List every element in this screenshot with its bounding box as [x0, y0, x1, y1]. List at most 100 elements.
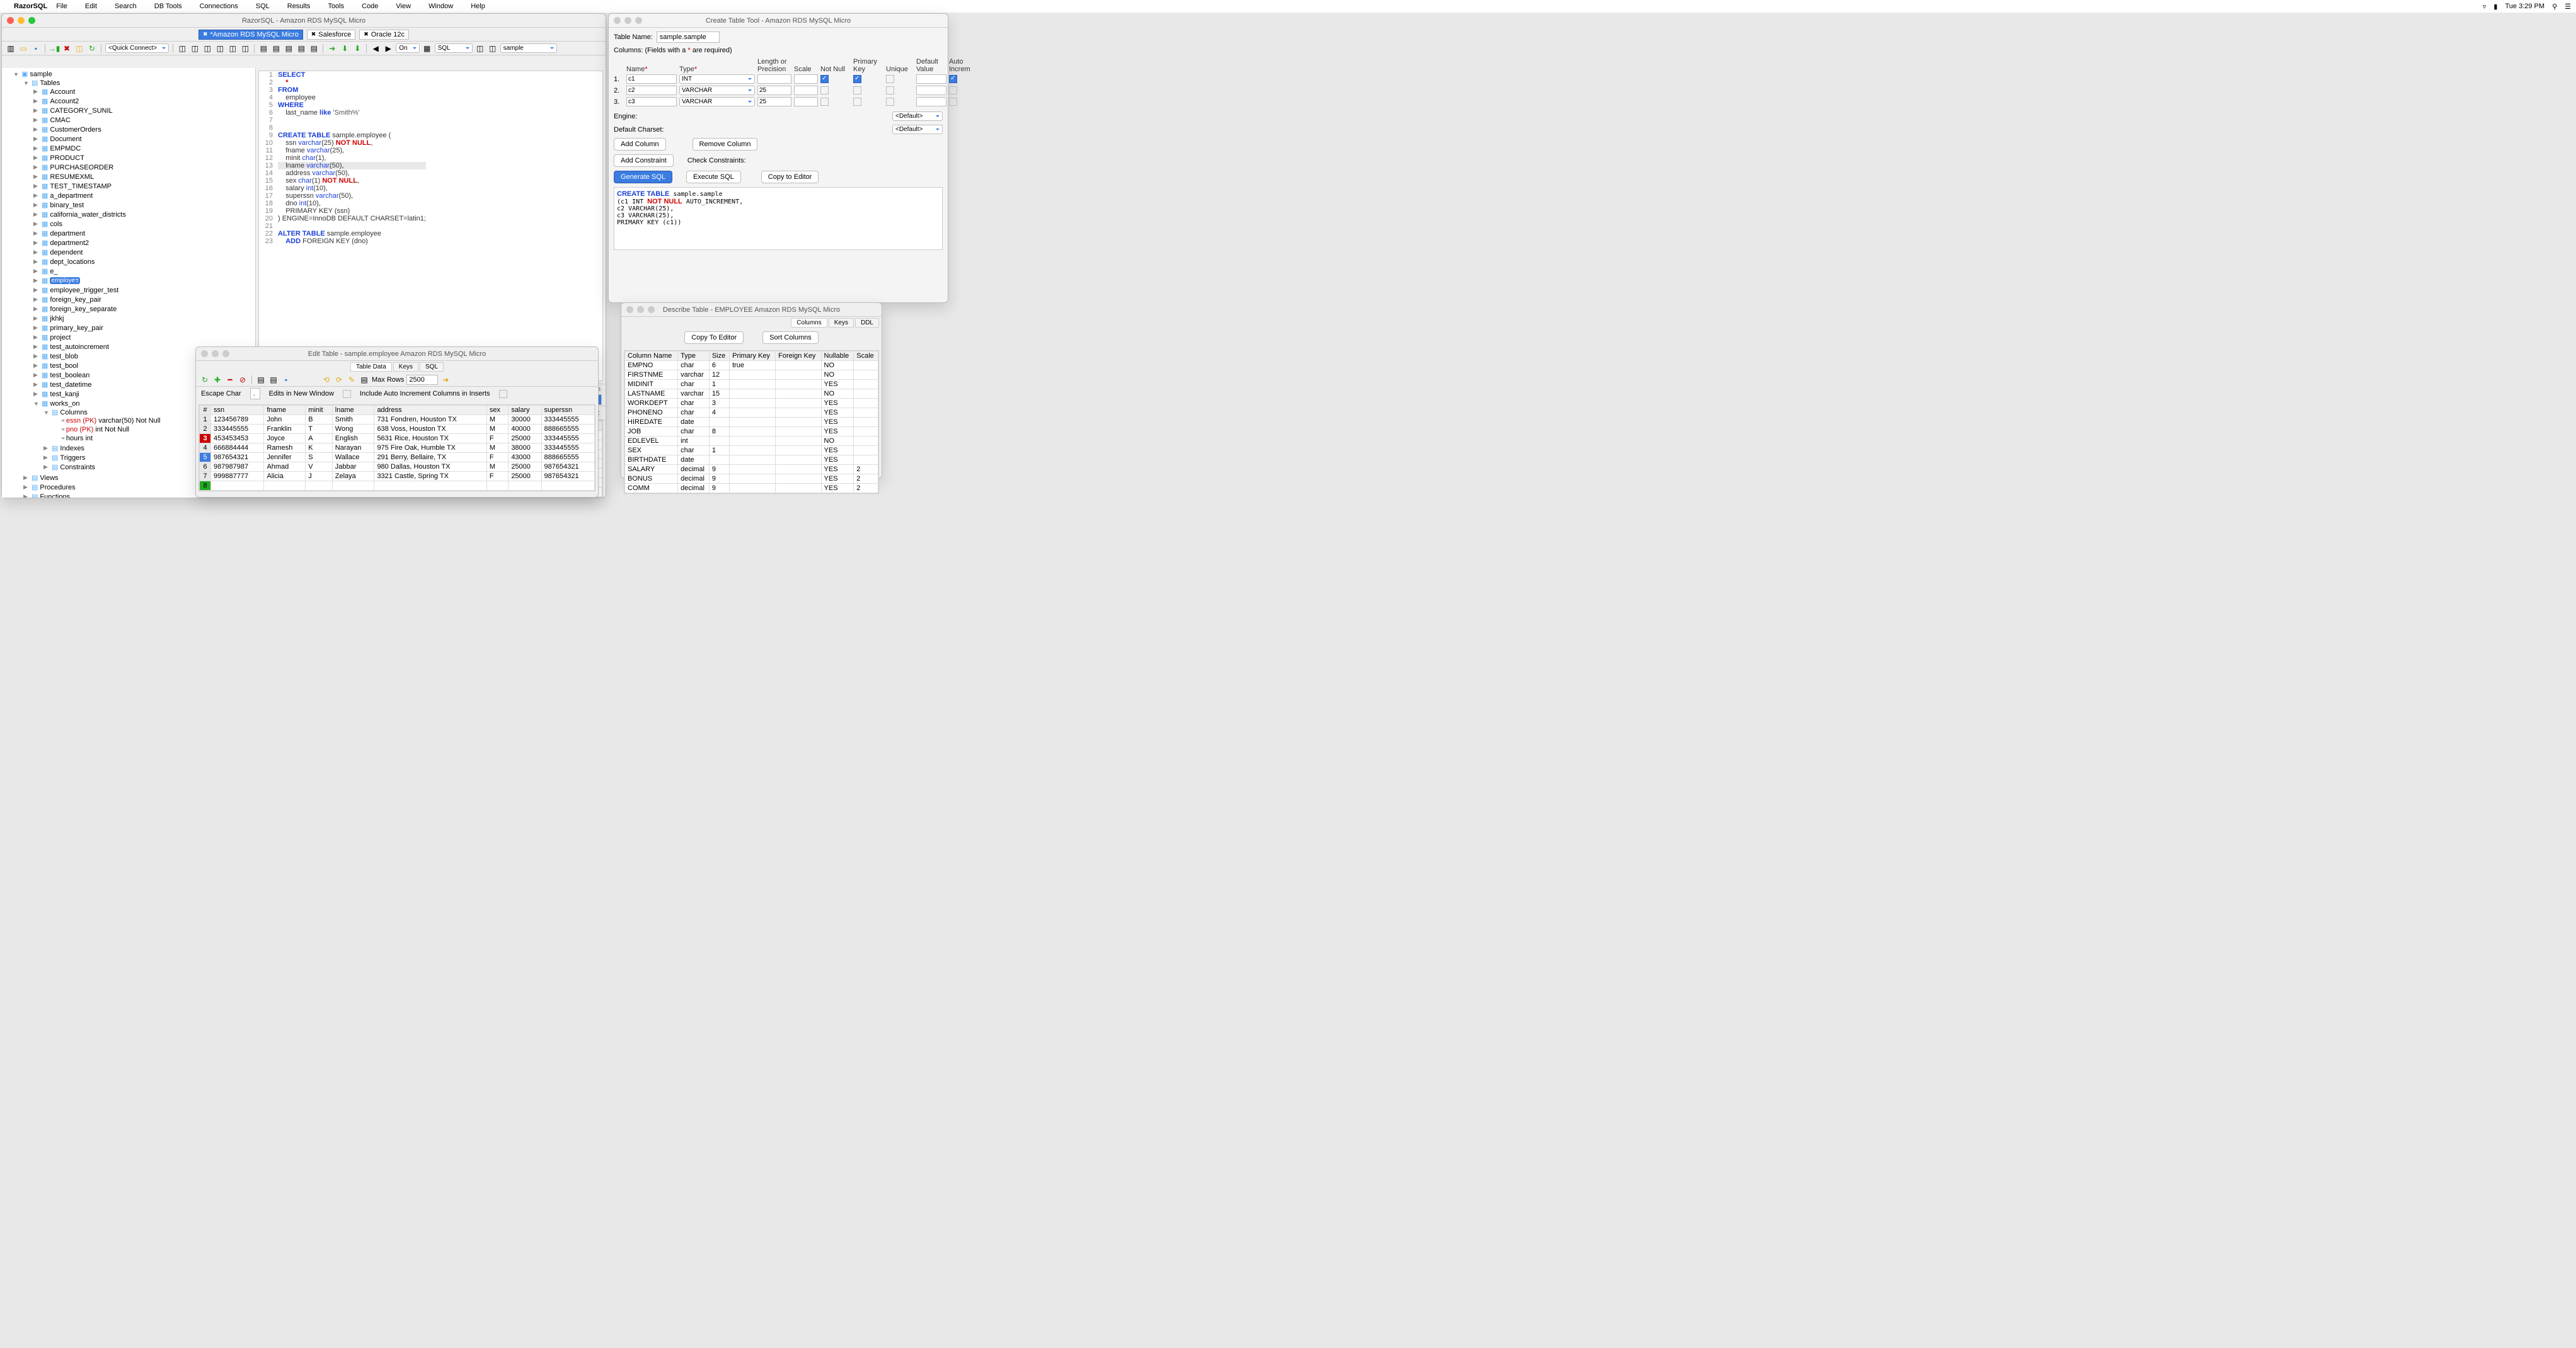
database-select[interactable]: sample: [500, 43, 557, 53]
tree-table-EMPMDC[interactable]: ▶▦EMPMDC: [33, 144, 254, 152]
copy-to-editor-button[interactable]: Copy to Editor: [761, 171, 819, 183]
tree-table-jkhkj[interactable]: ▶▦jkhkj: [33, 314, 254, 323]
sql-editor[interactable]: 1234567891011121314151617181920212223 SE…: [258, 71, 603, 381]
tree-table-TEST_TIMESTAMP[interactable]: ▶▦TEST_TIMESTAMP: [33, 182, 254, 190]
tool-icon[interactable]: ✎: [347, 375, 357, 385]
tree-table-department[interactable]: ▶▦department: [33, 229, 254, 237]
primary-key-checkbox[interactable]: [853, 86, 861, 94]
menu-view[interactable]: View: [396, 3, 411, 10]
tree-table-CustomerOrders[interactable]: ▶▦CustomerOrders: [33, 125, 254, 134]
tool-icon[interactable]: ▤: [284, 43, 294, 54]
tree-table-california_water_districts[interactable]: ▶▦california_water_districts: [33, 210, 254, 219]
primary-key-checkbox[interactable]: [853, 75, 861, 83]
tool-icon[interactable]: ◫: [215, 43, 225, 54]
primary-key-checkbox[interactable]: [853, 98, 861, 106]
minimize-icon[interactable]: [624, 17, 631, 24]
disconnect-icon[interactable]: ✖: [62, 43, 72, 54]
include-ai-checkbox[interactable]: [499, 390, 507, 398]
remove-icon[interactable]: ━: [225, 375, 235, 385]
tree-table-binary_test[interactable]: ▶▦binary_test: [33, 201, 254, 209]
close-tab-icon[interactable]: ✖: [203, 31, 208, 38]
col-name-input[interactable]: [626, 97, 677, 106]
undo-icon[interactable]: ⟲: [321, 375, 331, 385]
stop-icon[interactable]: ⊘: [238, 375, 248, 385]
redo-icon[interactable]: ⟳: [334, 375, 344, 385]
col-type-select[interactable]: VARCHAR: [679, 86, 755, 95]
connection-tab[interactable]: ✖*Amazon RDS MySQL Micro: [198, 30, 303, 40]
menu-file[interactable]: File: [56, 3, 67, 10]
tool-icon[interactable]: ▤: [256, 375, 266, 385]
not-null-checkbox[interactable]: [820, 86, 829, 94]
describe-tab[interactable]: DDL: [855, 318, 879, 328]
add-column-button[interactable]: Add Column: [614, 138, 666, 151]
tree-table-department2[interactable]: ▶▦department2: [33, 239, 254, 247]
not-null-checkbox[interactable]: [820, 75, 829, 83]
menu-db tools[interactable]: DB Tools: [154, 3, 182, 10]
tool-icon[interactable]: ◫: [488, 43, 498, 54]
auto-increment-checkbox[interactable]: [949, 86, 957, 94]
auto-increment-checkbox[interactable]: [949, 98, 957, 106]
on-select[interactable]: On: [396, 43, 419, 53]
default-value-input[interactable]: [916, 97, 946, 106]
generate-sql-button[interactable]: Generate SQL: [614, 171, 672, 183]
tree-table-e_[interactable]: ▶▦e_: [33, 267, 254, 275]
tool-icon[interactable]: ▦: [422, 43, 432, 54]
clock[interactable]: Tue 3:29 PM: [2505, 3, 2544, 10]
quick-connect-select[interactable]: <Quick Connect>: [105, 43, 169, 53]
tree-table-employee[interactable]: ▶▦employee: [33, 277, 254, 285]
tree-table-RESUMEXML[interactable]: ▶▦RESUMEXML: [33, 173, 254, 181]
tool-icon[interactable]: ▤: [258, 43, 268, 54]
new-icon[interactable]: ▥: [6, 43, 16, 54]
default-value-input[interactable]: [916, 86, 946, 95]
connect-icon[interactable]: →▮: [49, 43, 59, 54]
sort-columns-button[interactable]: Sort Columns: [762, 331, 819, 344]
zoom-icon[interactable]: [28, 17, 35, 24]
execute-step-icon[interactable]: ⬇: [352, 43, 362, 54]
connection-tab[interactable]: ✖Oracle 12c: [359, 30, 409, 40]
minimize-icon[interactable]: [637, 306, 644, 313]
db-icon[interactable]: ◫: [74, 43, 84, 54]
engine-select[interactable]: <Default>: [892, 111, 943, 121]
escape-char-input[interactable]: [250, 388, 260, 399]
tool-icon[interactable]: ◫: [190, 43, 200, 54]
execute-sql-button[interactable]: Execute SQL: [686, 171, 741, 183]
refresh-icon[interactable]: ↻: [200, 375, 210, 385]
app-name[interactable]: RazorSQL: [14, 3, 47, 10]
search-icon[interactable]: ⚲: [2552, 3, 2557, 11]
unique-checkbox[interactable]: [886, 98, 894, 106]
menu-connections[interactable]: Connections: [200, 3, 238, 10]
col-type-select[interactable]: INT: [679, 74, 755, 84]
zoom-icon[interactable]: [648, 306, 655, 313]
menu-edit[interactable]: Edit: [85, 3, 97, 10]
col-scale-input[interactable]: [794, 97, 818, 106]
max-rows-input[interactable]: [406, 375, 438, 385]
close-tab-icon[interactable]: ✖: [311, 31, 316, 38]
tree-table-Account[interactable]: ▶▦Account: [33, 88, 254, 96]
tool-icon[interactable]: ◫: [177, 43, 187, 54]
prev-icon[interactable]: ◀: [371, 43, 381, 54]
col-length-input[interactable]: [757, 97, 791, 106]
not-null-checkbox[interactable]: [820, 98, 829, 106]
notifications-icon[interactable]: ☰: [2565, 3, 2571, 11]
col-name-input[interactable]: [626, 86, 677, 95]
tool-icon[interactable]: ▤: [268, 375, 279, 385]
unique-checkbox[interactable]: [886, 75, 894, 83]
remove-column-button[interactable]: Remove Column: [693, 138, 758, 151]
tool-icon[interactable]: ▤: [359, 375, 369, 385]
tree-table-foreign_key_pair[interactable]: ▶▦foreign_key_pair: [33, 295, 254, 304]
edit-tab[interactable]: SQL: [420, 362, 444, 372]
tree-table-project[interactable]: ▶▦project: [33, 333, 254, 341]
tree-table-dept_locations[interactable]: ▶▦dept_locations: [33, 258, 254, 266]
execute-down-icon[interactable]: ⬇: [340, 43, 350, 54]
sql-mode-select[interactable]: SQL: [435, 43, 473, 53]
describe-tab[interactable]: Columns: [791, 318, 827, 328]
close-icon[interactable]: [201, 350, 208, 357]
tool-icon[interactable]: ◫: [475, 43, 485, 54]
tree-table-Document[interactable]: ▶▦Document: [33, 135, 254, 143]
edits-new-window-checkbox[interactable]: [343, 390, 351, 398]
minimize-icon[interactable]: [212, 350, 219, 357]
go-icon[interactable]: ➜: [440, 375, 451, 385]
tree-table-PURCHASEORDER[interactable]: ▶▦PURCHASEORDER: [33, 163, 254, 171]
table-name-input[interactable]: [657, 31, 720, 43]
menu-search[interactable]: Search: [115, 3, 137, 10]
